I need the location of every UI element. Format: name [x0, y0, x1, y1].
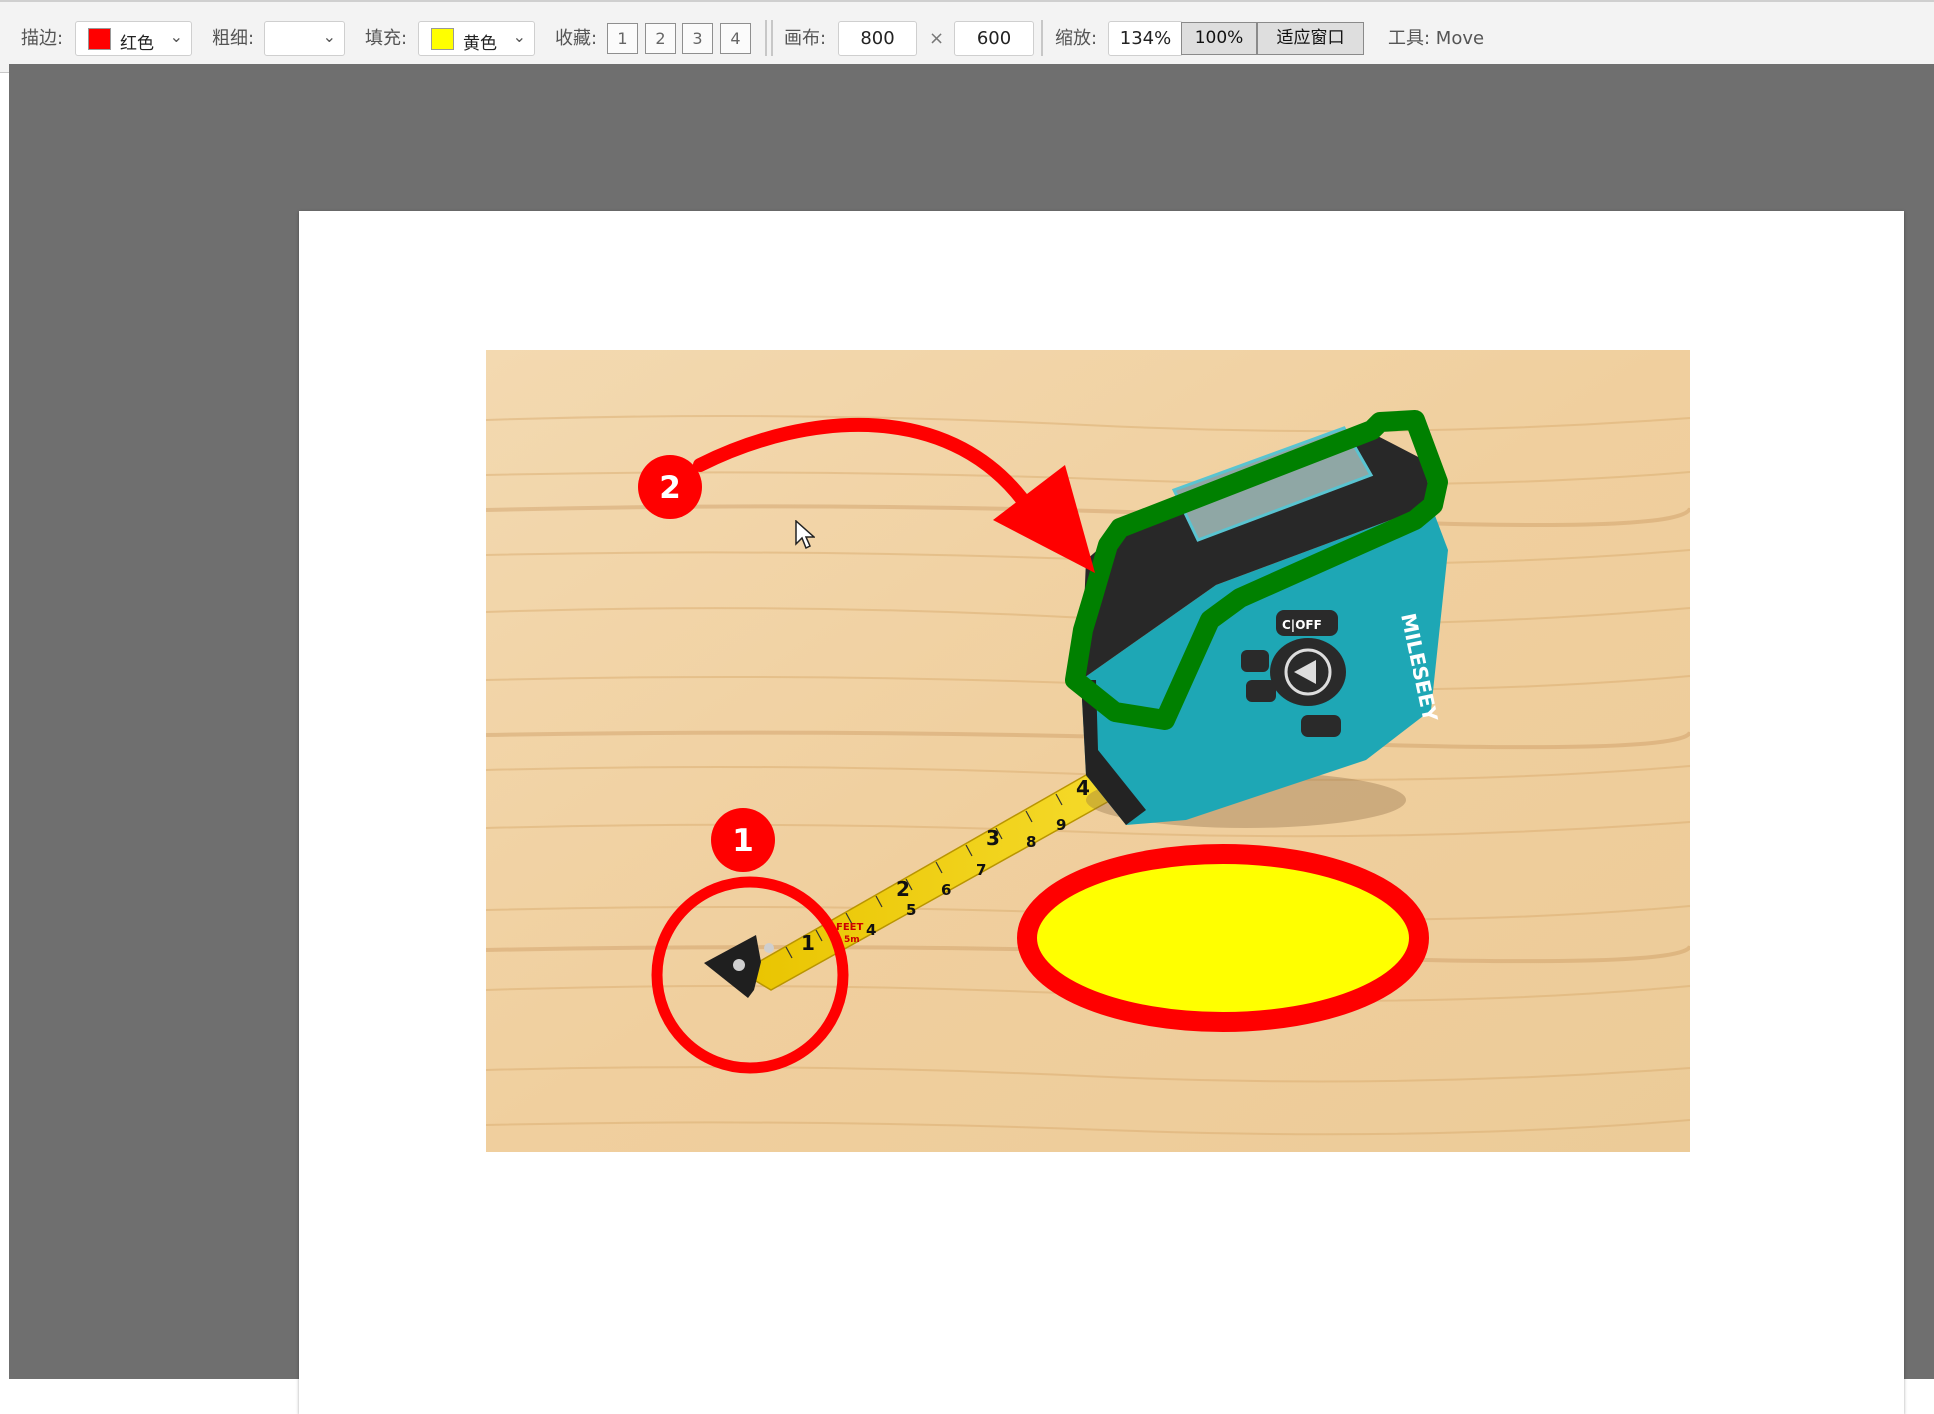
mouse-pointer-icon	[795, 520, 815, 550]
annotation-marker-1-label: 1	[732, 823, 754, 859]
annotation-green-outline[interactable]	[1065, 410, 1448, 730]
annotation-ellipse[interactable]	[1017, 844, 1429, 1032]
annotation-layer: 2 1	[638, 410, 1448, 1074]
annotation-marker-2-label: 2	[659, 470, 681, 506]
annotation-arrow-shaft[interactable]	[693, 417, 1037, 517]
annotation-circle[interactable]	[651, 876, 849, 1074]
